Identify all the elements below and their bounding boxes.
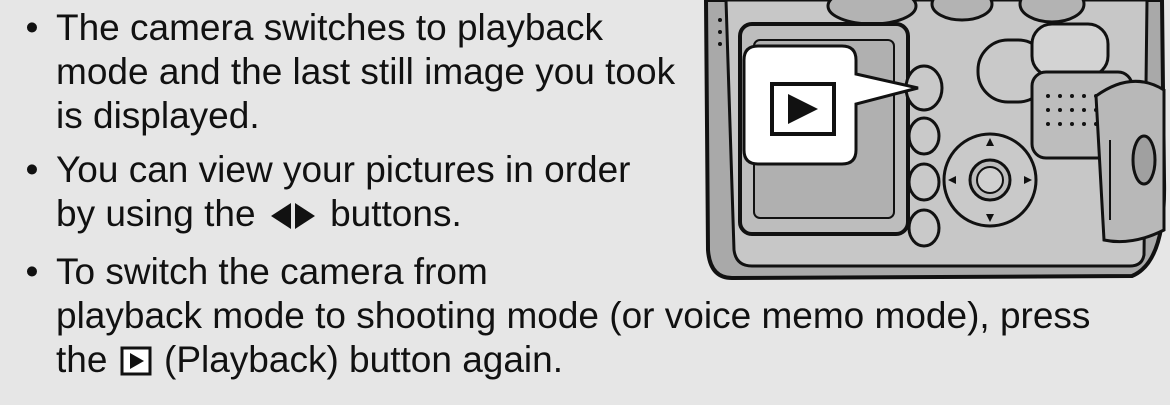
bullet-text-line: the (Playback) button again. xyxy=(56,338,1162,386)
bullet-text: The camera switches to playback mode and… xyxy=(56,7,676,136)
left-right-arrows-icon xyxy=(270,196,316,240)
bullet-text: buttons. xyxy=(330,193,462,234)
bullet-text: the xyxy=(56,339,108,380)
bullet-text: (Playback) button again. xyxy=(164,339,564,380)
list-item: • The camera switches to playback mode a… xyxy=(22,6,676,138)
camera-back-illustration xyxy=(692,0,1168,281)
list-item: • You can view your pictures in order by… xyxy=(22,148,676,240)
bullet-text-line: playback mode to shooting mode (or voice… xyxy=(56,295,1091,336)
bullet-dot: • xyxy=(25,251,39,292)
bullet-dot: • xyxy=(25,7,39,48)
bullet-dot: • xyxy=(25,149,39,190)
playback-icon xyxy=(120,342,152,386)
